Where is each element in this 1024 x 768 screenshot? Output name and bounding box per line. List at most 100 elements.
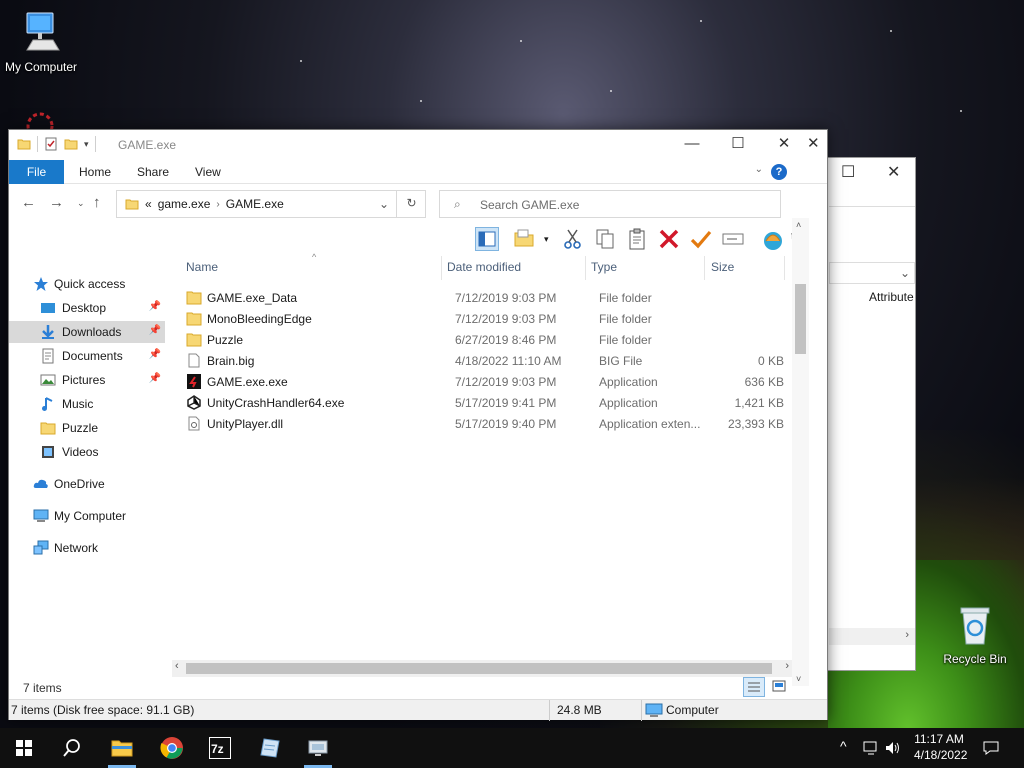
notifications-icon[interactable] <box>982 740 1000 756</box>
up-arrow-icon[interactable]: ↑ <box>93 194 101 211</box>
cut-button[interactable] <box>561 227 585 251</box>
pin-icon[interactable]: 📌 <box>149 325 161 336</box>
column-separator[interactable] <box>441 256 442 280</box>
column-header-date[interactable]: Date modified <box>447 260 521 274</box>
taskbar-chrome[interactable] <box>160 736 184 760</box>
refresh-button[interactable]: ↻ <box>396 190 426 218</box>
details-view-button[interactable] <box>743 677 765 697</box>
search-button[interactable] <box>60 736 84 760</box>
forward-arrow-icon[interactable]: → <box>49 194 64 211</box>
file-row[interactable]: Brain.big 4/18/2022 11:10 AM BIG File 0 … <box>184 350 784 371</box>
close-button[interactable]: ✕ <box>761 130 807 160</box>
nav-documents[interactable]: Documents 📌 <box>9 345 165 367</box>
file-row[interactable]: GAME.exe.exe 7/12/2019 9:03 PM Applicati… <box>184 371 784 392</box>
breadcrumb-item[interactable]: GAME.exe <box>226 197 284 211</box>
customize-qat-icon[interactable]: ▾ <box>84 139 89 150</box>
address-bar[interactable]: « game.exe › GAME.exe ⌄ <box>116 190 426 218</box>
status-bar: 7 items <box>9 677 827 699</box>
close-icon[interactable]: ✕ <box>887 162 900 182</box>
start-button[interactable] <box>12 736 36 760</box>
clock[interactable]: 11:17 AM 4/18/2022 <box>914 732 967 762</box>
nav-puzzle[interactable]: Puzzle <box>9 417 165 439</box>
file-row[interactable]: MonoBleedingEdge 7/12/2019 9:03 PM File … <box>184 308 784 329</box>
pin-icon[interactable]: 📌 <box>149 301 161 312</box>
recent-locations-icon[interactable]: ⌄ <box>77 198 85 209</box>
nav-pictures[interactable]: Pictures 📌 <box>9 369 165 391</box>
background-hscroll[interactable]: › <box>829 628 915 645</box>
file-name: GAME.exe_Data <box>207 291 298 305</box>
title-bar[interactable]: ▾ GAME.exe — ☐ ✕ ✕ <box>9 130 827 160</box>
scroll-right-icon[interactable]: › <box>905 629 909 641</box>
search-input[interactable]: ⌕ Search GAME.exe <box>439 190 781 218</box>
file-row[interactable]: UnityPlayer.dll 5/17/2019 9:40 PM Applic… <box>184 413 784 434</box>
network-status-icon[interactable] <box>862 740 880 756</box>
scroll-up-icon[interactable]: ˄ <box>796 220 801 230</box>
preview-pane-button[interactable] <box>475 227 499 251</box>
column-separator[interactable] <box>784 256 785 280</box>
tab-share[interactable]: Share <box>137 160 169 184</box>
tab-file[interactable]: File <box>9 160 64 184</box>
maximize-button[interactable]: ☐ <box>715 130 761 160</box>
maximize-icon[interactable]: ☐ <box>841 162 855 182</box>
pin-icon[interactable]: 📌 <box>149 373 161 384</box>
chevron-down-icon[interactable]: ▾ <box>544 234 549 245</box>
disk-free-text: 7 items (Disk free space: 91.1 GB) <box>11 703 195 717</box>
taskbar-file-explorer[interactable] <box>110 736 134 760</box>
address-dropdown-icon[interactable]: ⌄ <box>379 197 389 211</box>
column-separator[interactable] <box>704 256 705 280</box>
nav-desktop[interactable]: Desktop 📌 <box>9 297 165 319</box>
nav-onedrive[interactable]: OneDrive <box>9 473 165 495</box>
scroll-left-icon[interactable]: ‹ <box>175 660 179 672</box>
expand-ribbon-icon[interactable]: ⌄ <box>755 164 763 175</box>
scrollbar-thumb[interactable] <box>795 284 806 354</box>
nav-videos[interactable]: Videos <box>9 441 165 463</box>
shell-button[interactable] <box>761 227 785 251</box>
delete-button[interactable] <box>657 227 681 251</box>
tab-home[interactable]: Home <box>79 160 111 184</box>
pin-icon[interactable]: 📌 <box>149 349 161 360</box>
desktop-icon-my-computer[interactable]: My Computer <box>0 10 82 74</box>
column-header-size[interactable]: Size <box>711 260 734 274</box>
scrollbar-thumb[interactable] <box>186 663 772 674</box>
new-folder-icon[interactable] <box>64 137 78 151</box>
background-dropdown[interactable]: ⌄ <box>829 262 915 284</box>
large-icons-view-button[interactable] <box>769 677 791 697</box>
nav-music[interactable]: Music <box>9 393 165 415</box>
ribbon-tabs: File Home Share View ⌄ ? <box>9 160 827 184</box>
column-header-name[interactable]: Name <box>186 260 218 274</box>
breadcrumb-overflow[interactable]: « <box>145 197 152 211</box>
taskbar-app[interactable] <box>258 736 282 760</box>
chevron-right-icon[interactable]: › <box>216 199 219 210</box>
tab-view[interactable]: View <box>195 160 221 184</box>
rename-button[interactable] <box>721 227 745 251</box>
column-header-type[interactable]: Type <box>591 260 617 274</box>
scroll-right-icon[interactable]: › <box>785 660 789 672</box>
extra-close-button[interactable]: ✕ <box>807 130 827 160</box>
volume-icon[interactable] <box>884 740 902 756</box>
chevron-up-icon[interactable]: ^ <box>840 738 847 754</box>
nav-downloads[interactable]: Downloads 📌 <box>9 321 165 343</box>
horizontal-scrollbar[interactable]: ‹ › <box>172 660 792 677</box>
minimize-button[interactable]: — <box>669 130 715 160</box>
help-button[interactable]: ? <box>771 164 787 180</box>
vertical-scrollbar[interactable]: ˄ ˅ <box>792 218 809 686</box>
taskbar-7zip[interactable]: 7z <box>208 736 232 760</box>
desktop-icon-recycle-bin[interactable]: Recycle Bin <box>934 604 1016 666</box>
copy-button[interactable] <box>593 227 617 251</box>
paste-button[interactable] <box>625 227 649 251</box>
file-row[interactable]: GAME.exe_Data 7/12/2019 9:03 PM File fol… <box>184 287 784 308</box>
desktop-icon-partial[interactable] <box>18 106 62 140</box>
file-row[interactable]: Puzzle 6/27/2019 8:46 PM File folder <box>184 329 784 350</box>
apply-button[interactable] <box>689 227 713 251</box>
nav-my-computer[interactable]: My Computer <box>9 505 165 527</box>
open-with-button[interactable] <box>513 227 537 251</box>
back-arrow-icon[interactable]: ← <box>21 194 36 211</box>
properties-icon[interactable] <box>44 137 58 151</box>
column-separator[interactable] <box>585 256 586 280</box>
nav-network[interactable]: Network <box>9 537 165 559</box>
breadcrumb-item[interactable]: game.exe <box>158 197 211 211</box>
taskbar-app-2[interactable] <box>306 736 330 760</box>
file-row[interactable]: UnityCrashHandler64.exe 5/17/2019 9:41 P… <box>184 392 784 413</box>
file-name: GAME.exe.exe <box>207 375 288 389</box>
nav-quick-access[interactable]: Quick access <box>9 273 165 295</box>
